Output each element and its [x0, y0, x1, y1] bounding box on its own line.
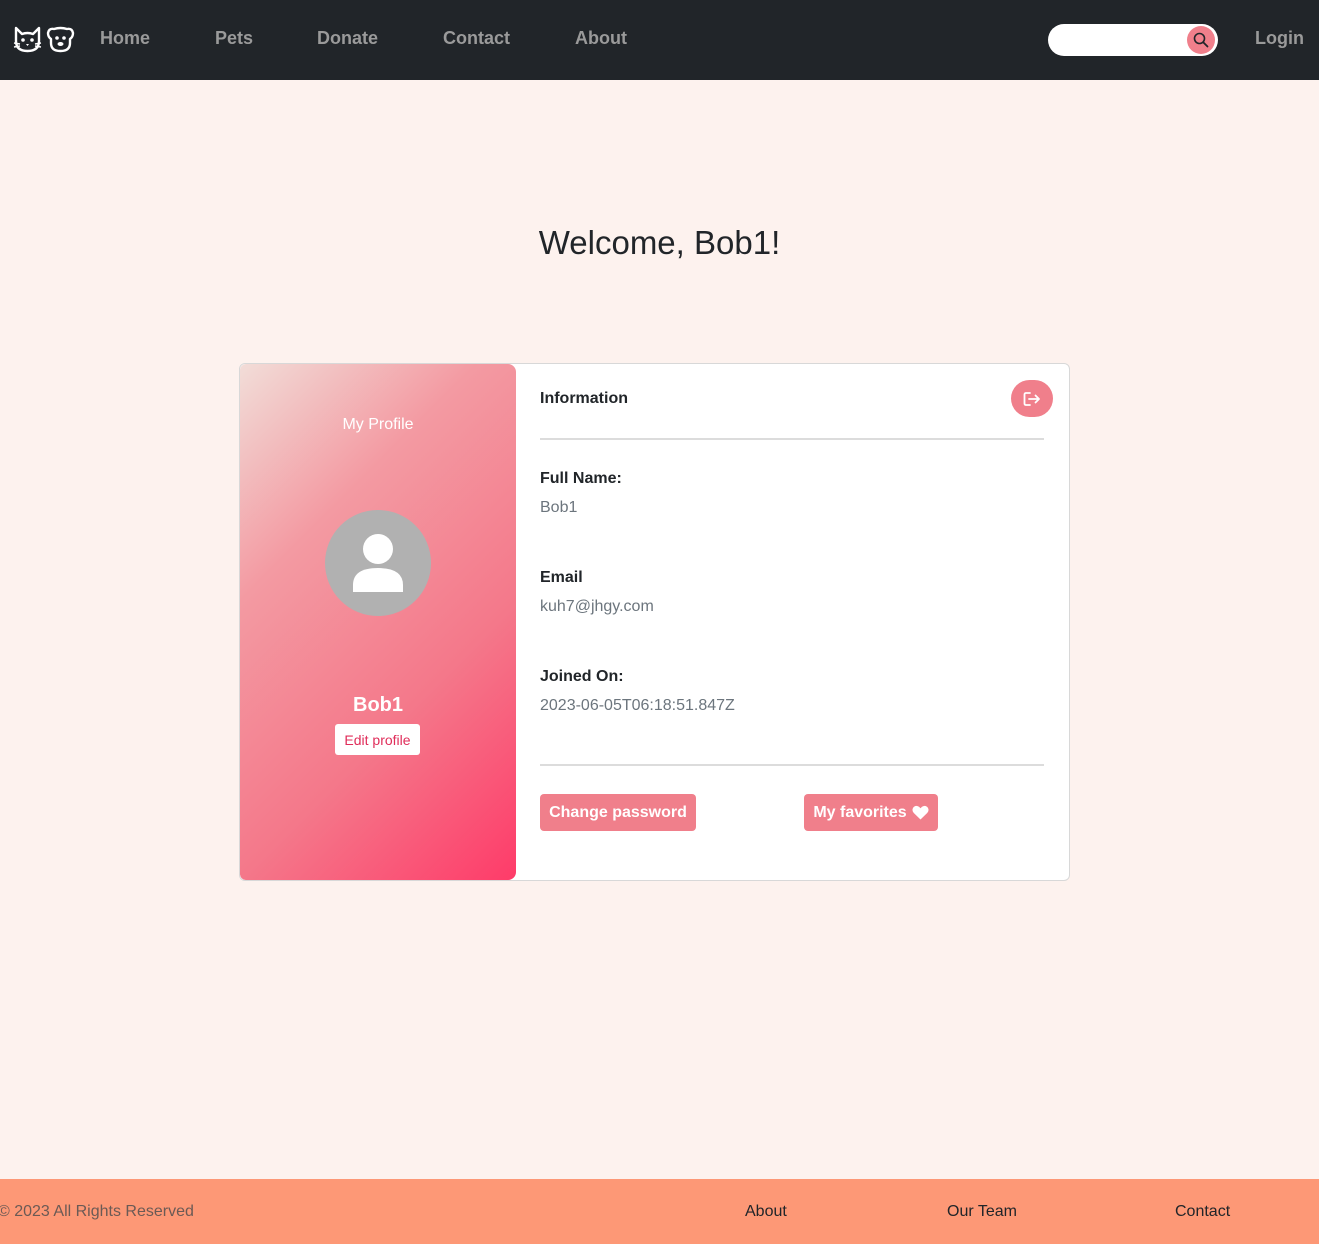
- change-password-button[interactable]: Change password: [540, 794, 696, 831]
- full-name-label: Full Name:: [540, 470, 622, 487]
- divider: [540, 438, 1044, 440]
- profile-sidebar: My Profile Bob1 Edit profile: [240, 364, 516, 880]
- footer-contact-link[interactable]: Contact: [1175, 1203, 1230, 1221]
- profile-heading: My Profile: [342, 416, 414, 433]
- navbar: Home Pets Donate Contact About Login: [0, 0, 1319, 80]
- profile-information: Information Full Name: Bob1 Email kuh7@j…: [516, 364, 1069, 880]
- page-title: Welcome, Bob1!: [538, 224, 781, 261]
- footer-about-link[interactable]: About: [745, 1203, 787, 1221]
- dog-face-icon: [46, 26, 75, 53]
- nav-contact-link[interactable]: Contact: [443, 28, 510, 49]
- joined-on-label: Joined On:: [540, 668, 624, 685]
- copyright-text: © 2023 All Rights Reserved: [0, 1203, 194, 1220]
- footer: © 2023 All Rights Reserved About Our Tea…: [0, 1179, 1319, 1244]
- nav-donate-link[interactable]: Donate: [317, 28, 378, 49]
- login-link[interactable]: Login: [1255, 28, 1304, 49]
- profile-card: My Profile Bob1 Edit profile Information…: [239, 363, 1070, 881]
- footer-our-team-link[interactable]: Our Team: [947, 1203, 1017, 1221]
- edit-profile-button[interactable]: Edit profile: [335, 724, 420, 755]
- avatar: [325, 510, 431, 616]
- search-input[interactable]: [1056, 28, 1184, 52]
- logo[interactable]: [13, 25, 75, 54]
- my-favorites-button[interactable]: My favorites: [804, 794, 938, 831]
- change-password-label: Change password: [549, 803, 687, 821]
- search-icon: [1193, 32, 1209, 48]
- email-value: kuh7@jhgy.com: [540, 598, 654, 615]
- divider: [540, 764, 1044, 766]
- logout-icon: [1023, 391, 1040, 406]
- logout-button[interactable]: [1011, 380, 1053, 417]
- nav-pets-link[interactable]: Pets: [215, 28, 253, 49]
- nav-home-link[interactable]: Home: [100, 28, 150, 49]
- user-icon: [353, 534, 403, 592]
- information-title: Information: [540, 390, 628, 407]
- nav-about-link[interactable]: About: [575, 28, 627, 49]
- joined-on-value: 2023-06-05T06:18:51.847Z: [540, 697, 735, 714]
- heart-icon: [912, 805, 929, 820]
- my-favorites-label: My favorites: [813, 803, 907, 821]
- email-label: Email: [540, 569, 583, 586]
- search-button[interactable]: [1187, 26, 1215, 54]
- cat-face-icon: [13, 26, 42, 53]
- full-name-value: Bob1: [540, 499, 578, 516]
- profile-name: Bob1: [353, 694, 403, 716]
